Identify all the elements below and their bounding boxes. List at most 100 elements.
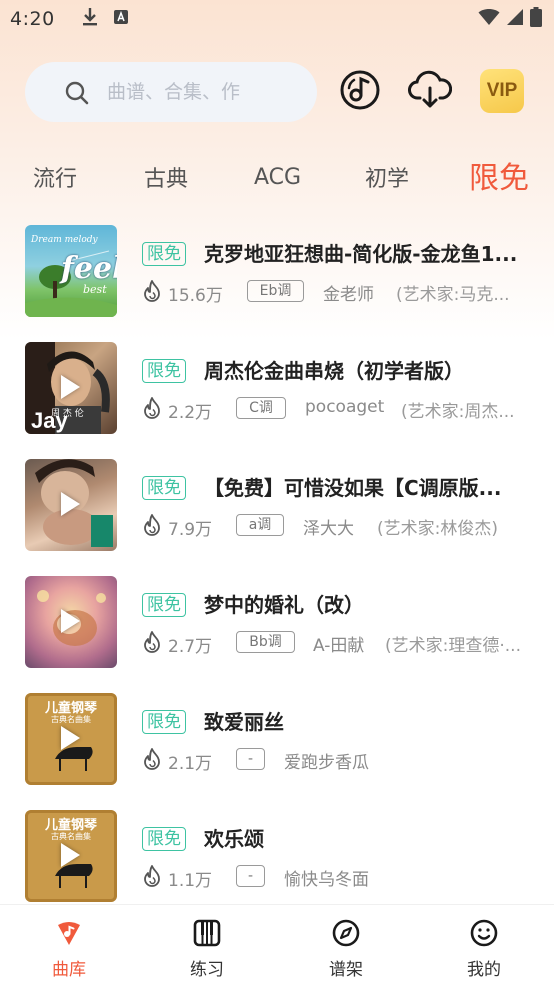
free-badge: 限免 [142,359,186,383]
vip-button[interactable]: VIP [480,69,524,113]
song-title: 梦中的婚礼（改） [204,593,364,617]
nav-music-stand[interactable]: 谱架 [291,905,401,984]
list-item[interactable]: 儿童钢琴 古典名曲集 限免 致爱丽丝 2.1万 - 爱跑步香瓜 [0,690,554,786]
free-badge: 限免 [142,827,186,851]
free-badge: 限免 [142,593,186,617]
song-meta: 2.1万 - 爱跑步香瓜 [142,748,542,774]
play-icon[interactable] [61,609,80,633]
play-icon[interactable] [61,726,80,750]
play-count: 15.6万 [168,286,223,306]
nav-label: 谱架 [329,960,363,980]
search-input[interactable] [107,81,307,103]
author-name: 金老师 [323,285,374,305]
wifi-icon [478,8,500,30]
song-title: 致爱丽丝 [204,710,284,734]
bottom-nav: 曲库 练习 谱架 我的 [0,904,554,984]
fire-icon [144,748,160,770]
nav-label: 我的 [467,960,501,980]
cover-text: feel [61,251,117,286]
play-icon[interactable] [61,492,80,516]
fire-icon [144,631,160,653]
search-icon [65,81,89,105]
song-meta: 2.2万 C调 pocoaget (艺术家:周杰... [142,397,542,423]
song-title: 欢乐颂 [204,827,264,851]
top-header: VIP [0,60,554,124]
album-cover: 儿童钢琴 古典名曲集 [25,810,117,902]
artist-name: (艺术家:周杰... [401,402,515,422]
fire-icon [144,280,160,302]
play-count: 1.1万 [168,871,213,891]
list-item[interactable]: 儿童钢琴 古典名曲集 限免 欢乐颂 1.1万 - 愉快乌冬面 [0,807,554,903]
cloud-download-icon [408,70,452,108]
list-item[interactable]: 限免 【免费】可惜没如果【C调原版... 7.9万 a调 泽大大 (艺术家:林俊… [0,456,554,552]
nav-practice[interactable]: 练习 [152,905,262,984]
play-count: 2.7万 [168,637,213,657]
author-name: pocoaget [305,397,385,417]
free-badge: 限免 [142,242,186,266]
cloud-download-button[interactable] [406,66,454,114]
cover-text: Jay [31,408,68,433]
tab-classical[interactable]: 古典 [144,152,188,202]
author-name: A-田献 [313,636,365,656]
song-title: 【免费】可惜没如果【C调原版... [204,476,502,500]
list-item[interactable]: Dream melody feel best 限免 克罗地亚狂想曲-简化版-金龙… [0,222,554,318]
key-badge: Eb调 [247,280,304,302]
free-badge: 限免 [142,710,186,734]
album-cover: 周 杰 伦 Jay [25,342,117,434]
song-meta: 7.9万 a调 泽大大 (艺术家:林俊杰) [142,514,542,540]
keyboard-a-icon [113,9,129,29]
play-count: 7.9万 [168,520,213,540]
status-time: 4:20 [10,8,55,30]
key-badge: - [236,865,265,887]
key-badge: - [236,748,265,770]
song-meta: 1.1万 - 愉快乌冬面 [142,865,542,891]
library-icon [58,922,80,945]
author-name: 泽大大 [303,519,354,539]
artist-name: (艺术家:林俊杰) [377,519,498,539]
music-disc-icon [340,70,380,110]
music-disc-button[interactable] [336,66,384,114]
nav-label: 练习 [190,960,224,980]
album-cover [25,576,117,668]
free-badge: 限免 [142,476,186,500]
tab-pop[interactable]: 流行 [33,152,77,202]
compass-icon [332,919,360,947]
album-cover: 儿童钢琴 古典名曲集 [25,693,117,785]
smile-icon [470,919,498,947]
tab-free[interactable]: 限免 [469,150,529,200]
download-icon [81,7,99,31]
song-meta: 15.6万 Eb调 金老师 (艺术家:马克... [142,280,542,306]
play-count: 2.2万 [168,403,213,423]
fire-icon [144,397,160,419]
fire-icon [144,865,160,887]
tab-beginner[interactable]: 初学 [365,152,409,202]
status-notifications [81,7,129,31]
search-box[interactable] [25,62,317,122]
category-tabs: 流行 古典 ACG 初学 限免 [0,152,554,202]
author-name: 爱跑步香瓜 [284,753,369,773]
battery-icon [530,7,542,31]
list-item[interactable]: 周 杰 伦 Jay 限免 周杰伦金曲串烧（初学者版） 2.2万 C调 pocoa… [0,339,554,435]
fire-icon [144,514,160,536]
album-cover: Dream melody feel best [25,225,117,317]
cover-text: best [83,283,107,296]
album-cover [25,459,117,551]
play-icon[interactable] [61,375,80,399]
artist-name: (艺术家:理查德·... [385,636,521,656]
tab-acg[interactable]: ACG [254,152,301,202]
nav-library[interactable]: 曲库 [14,905,124,984]
song-title: 克罗地亚狂想曲-简化版-金龙鱼1... [204,242,518,266]
song-title: 周杰伦金曲串烧（初学者版） [204,359,464,383]
play-icon[interactable] [61,843,80,867]
signal-icon [506,8,524,30]
key-badge: a调 [236,514,284,536]
play-count: 2.1万 [168,754,213,774]
cover-text: Dream melody [31,235,98,245]
status-bar: 4:20 [0,0,554,38]
key-badge: C调 [236,397,286,419]
nav-label: 曲库 [52,960,86,980]
nav-profile[interactable]: 我的 [429,905,539,984]
list-item[interactable]: 限免 梦中的婚礼（改） 2.7万 Bb调 A-田献 (艺术家:理查德·... [0,573,554,669]
song-meta: 2.7万 Bb调 A-田献 (艺术家:理查德·... [142,631,542,657]
artist-name: (艺术家:马克... [396,285,510,305]
